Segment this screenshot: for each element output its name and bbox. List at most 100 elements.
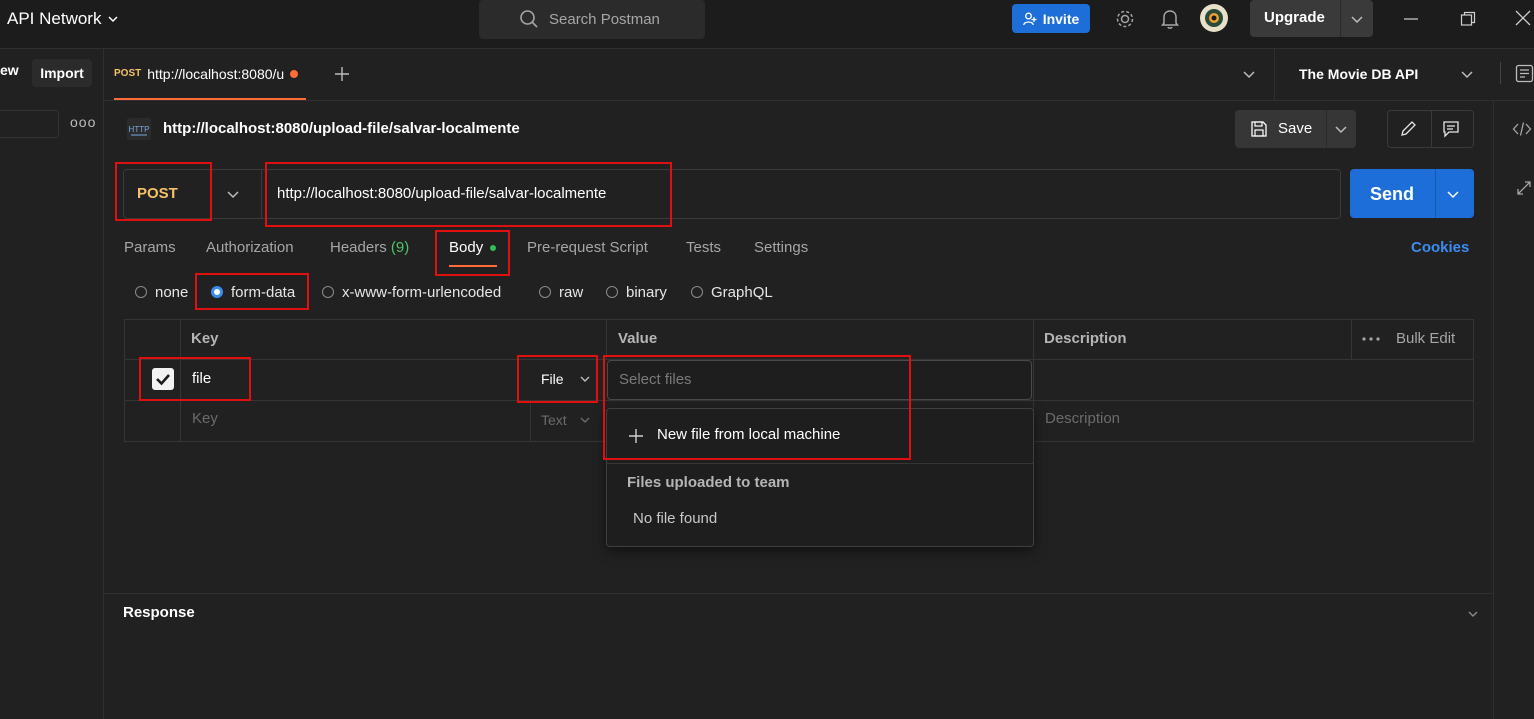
tab-body[interactable]: Body: [449, 239, 497, 256]
sidebar: [0, 49, 104, 719]
table-divider: [125, 400, 1473, 401]
radio-none-label: none: [155, 284, 189, 301]
radio-raw-label: raw: [559, 284, 584, 301]
import-button[interactable]: Import: [32, 59, 92, 87]
chevron-down-icon: [107, 13, 119, 25]
tab-tests[interactable]: Tests: [686, 239, 721, 256]
tab-list-chevron-icon[interactable]: [1242, 67, 1256, 81]
save-icon: [1250, 120, 1268, 138]
tab-authorization[interactable]: Authorization: [206, 239, 294, 256]
add-tab-icon[interactable]: [333, 65, 351, 83]
method-selector[interactable]: POST: [137, 185, 178, 202]
table-divider: [530, 401, 531, 441]
radio-form-data-label: form-data: [231, 284, 296, 301]
key-placeholder[interactable]: Key: [192, 410, 218, 427]
actions-divider: [1431, 111, 1432, 147]
code-snippet-icon[interactable]: [1512, 121, 1532, 137]
radio-form-data[interactable]: [211, 286, 223, 298]
upgrade-button[interactable]: Upgrade: [1250, 0, 1373, 37]
right-rail-divider: [1493, 100, 1494, 719]
radio-none[interactable]: [135, 286, 147, 298]
row-enabled-checkbox[interactable]: [152, 368, 174, 390]
chevron-down-icon[interactable]: [226, 187, 240, 201]
radio-raw[interactable]: [539, 286, 551, 298]
search-bar[interactable]: Search Postman: [479, 0, 705, 39]
tab-prerequest-script[interactable]: Pre-request Script: [527, 239, 648, 256]
body-active-dot-icon: [490, 245, 497, 252]
chevron-down-icon[interactable]: [579, 414, 591, 426]
tab-method-badge: POST: [114, 68, 142, 79]
table-divider: [1351, 320, 1352, 360]
close-icon[interactable]: [1514, 9, 1532, 27]
more-options-icon[interactable]: ooo: [70, 114, 96, 130]
tab-headers[interactable]: Headers (9): [330, 239, 409, 256]
bell-icon[interactable]: [1160, 8, 1180, 30]
radio-urlencoded-label: x-www-form-urlencoded: [342, 284, 502, 301]
expand-icon[interactable]: [1516, 180, 1532, 196]
upgrade-divider: [1340, 0, 1341, 37]
tab-body-label: Body: [449, 239, 484, 256]
invite-button[interactable]: Invite: [1012, 4, 1090, 33]
search-placeholder: Search Postman: [549, 11, 660, 28]
radio-urlencoded[interactable]: [322, 286, 334, 298]
comment-icon[interactable]: [1442, 120, 1460, 138]
column-header-value: Value: [618, 330, 658, 347]
tab-params[interactable]: Params: [124, 239, 176, 256]
minimize-icon[interactable]: [1402, 10, 1420, 28]
save-label: Save: [1278, 120, 1313, 137]
workspace-name: API Network: [7, 9, 102, 28]
chevron-down-icon[interactable]: [1446, 187, 1460, 201]
chevron-down-icon[interactable]: [579, 373, 591, 385]
column-header-description: Description: [1044, 330, 1127, 347]
send-divider: [1435, 169, 1436, 218]
key-input[interactable]: file: [192, 370, 211, 387]
column-header-key: Key: [191, 330, 219, 347]
chevron-down-icon[interactable]: [1350, 12, 1364, 26]
tab-headers-label: Headers: [330, 239, 387, 256]
http-request-icon: HTTP: [125, 117, 153, 141]
chevron-down-icon[interactable]: [1460, 67, 1474, 81]
request-title[interactable]: http://localhost:8080/upload-file/salvar…: [163, 120, 520, 137]
environment-quick-look-icon[interactable]: [1515, 64, 1534, 83]
radio-graphql-label: GraphQL: [711, 284, 773, 301]
request-tab[interactable]: POST http://localhost:8080/u: [114, 49, 306, 100]
new-button[interactable]: ew: [0, 62, 19, 78]
type-selector[interactable]: Text: [541, 412, 567, 428]
upgrade-label: Upgrade: [1264, 9, 1325, 26]
more-options-icon[interactable]: [1362, 337, 1380, 341]
unsaved-indicator-icon: [290, 69, 299, 78]
sidebar-filter-input[interactable]: [0, 110, 59, 138]
workspace-switcher[interactable]: API Network: [7, 9, 119, 29]
table-divider: [180, 320, 181, 441]
type-selector[interactable]: File: [541, 371, 564, 387]
url-input[interactable]: http://localhost:8080/upload-file/salvar…: [277, 185, 606, 202]
bulk-edit-link[interactable]: Bulk Edit: [1396, 330, 1455, 347]
active-tab-underline: [449, 265, 497, 267]
tab-url-label: http://localhost:8080/u: [147, 65, 285, 82]
new-file-from-local-option[interactable]: New file from local machine: [657, 426, 840, 443]
plus-icon: [628, 428, 644, 444]
check-icon: [156, 374, 170, 386]
radio-binary-label: binary: [626, 284, 667, 301]
response-title: Response: [123, 604, 195, 621]
cookies-link[interactable]: Cookies: [1411, 239, 1469, 256]
radio-binary[interactable]: [606, 286, 618, 298]
avatar[interactable]: [1199, 3, 1229, 33]
radio-graphql[interactable]: [691, 286, 703, 298]
no-file-message: No file found: [633, 510, 718, 527]
send-label: Send: [1370, 184, 1415, 204]
dropdown-divider: [607, 463, 1033, 464]
description-placeholder[interactable]: Description: [1045, 410, 1120, 427]
headers-count: (9): [390, 239, 410, 256]
table-divider: [606, 320, 607, 360]
pencil-icon[interactable]: [1399, 120, 1417, 138]
invite-label: Invite: [1042, 10, 1080, 27]
chevron-down-icon[interactable]: [1467, 608, 1479, 620]
tab-settings[interactable]: Settings: [754, 239, 808, 256]
select-files-placeholder: Select files: [619, 371, 692, 388]
gear-icon[interactable]: [1114, 8, 1136, 30]
restore-icon[interactable]: [1459, 10, 1477, 28]
files-uploaded-heading: Files uploaded to team: [627, 474, 790, 491]
chevron-down-icon[interactable]: [1334, 122, 1348, 136]
environment-selector[interactable]: The Movie DB API: [1299, 66, 1418, 82]
